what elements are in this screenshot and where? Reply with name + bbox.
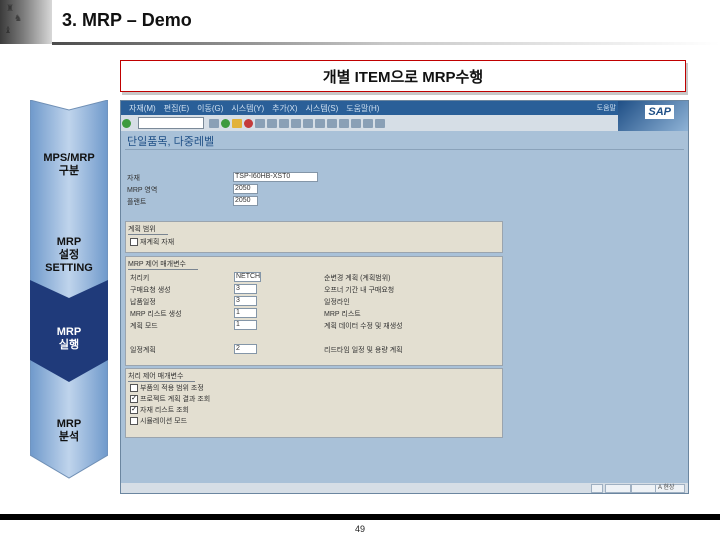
process-flow: MPS/MRP 구분 MRP 설정 SETTING MRP 실행 MRP 분석 <box>30 100 108 480</box>
menu-system-y[interactable]: 시스템(Y) <box>231 103 264 114</box>
simulation-checkbox[interactable] <box>130 417 138 425</box>
help-icon[interactable] <box>363 118 373 128</box>
coverage-label: 부품의 적용 범위 조정 <box>140 385 204 392</box>
mrp-list-label: MRP 리스트 생성 <box>130 311 182 318</box>
status-field-2 <box>631 484 657 493</box>
coverage-checkbox[interactable] <box>130 384 138 392</box>
first-page-icon[interactable] <box>291 118 301 128</box>
banner-callout: 개별 ITEM으로 MRP수행 <box>120 60 686 92</box>
schedule-lines-input[interactable]: 3 <box>234 296 257 306</box>
menu-help[interactable]: 도움말(H) <box>346 103 379 114</box>
banner-text: 개별 ITEM으로 MRP수행 <box>322 68 484 86</box>
material-list-label: 자재 리스트 조회 <box>140 407 189 414</box>
prev-page-icon[interactable] <box>303 118 313 128</box>
scheduling-label: 일정계획 <box>130 347 156 354</box>
find-icon[interactable] <box>267 118 277 128</box>
exit-icon[interactable] <box>232 118 242 128</box>
menu-edit[interactable]: 편집(E) <box>164 103 189 114</box>
status-bar: A 현상 <box>121 483 688 493</box>
command-field[interactable] <box>138 117 204 129</box>
material-input[interactable]: TSP-I60HB-XST0 <box>233 172 318 182</box>
title-divider <box>125 149 684 150</box>
save-icon[interactable] <box>209 118 219 128</box>
new-session-icon[interactable] <box>339 118 349 128</box>
layout-icon[interactable] <box>375 118 385 128</box>
project-result-checkbox[interactable]: ✓ <box>130 395 138 403</box>
system-help-text: 도움말 <box>596 105 616 112</box>
process-control-group: 처리 제어 매개변수 부품의 적용 범위 조정 ✓ 프로젝트 계획 결과 조회 … <box>125 368 503 438</box>
footer-bar <box>0 514 720 520</box>
next-page-icon[interactable] <box>315 118 325 128</box>
material-list-checkbox[interactable]: ✓ <box>130 406 138 414</box>
print-icon[interactable] <box>255 118 265 128</box>
page-title: 3. MRP – Demo <box>62 10 192 30</box>
material-label: 자재 <box>127 175 140 182</box>
processing-key-desc: 순변경 계획 (계획범위) <box>324 275 391 282</box>
title-rule <box>52 42 720 45</box>
plant-label: 플랜트 <box>127 199 147 206</box>
flow-step-setting: MRP 설정 SETTING <box>45 236 93 274</box>
sap-window: 자재(M) 편집(E) 이동(G) 시스템(Y) 추가(X) 시스템(S) 도움… <box>120 100 689 494</box>
menu-goto[interactable]: 이동(G) <box>197 103 223 114</box>
menu-material[interactable]: 자재(M) <box>129 103 156 114</box>
plant-input[interactable]: 2050 <box>233 196 258 206</box>
screen-title: 단일품목, 다중레벨 <box>127 136 215 148</box>
planning-mode-input[interactable]: 1 <box>234 320 257 330</box>
find-next-icon[interactable] <box>279 118 289 128</box>
sap-brand-area: SAP <box>618 101 688 131</box>
corner-logo: ♜ ♞ ♝ <box>0 0 52 44</box>
planning-mode-label: 계획 모드 <box>130 323 158 330</box>
scope-group: 계획 범위 재계획 자재 <box>125 221 503 253</box>
status-mode-text: A 현상 <box>655 484 685 493</box>
flow-step-mps-mrp: MPS/MRP 구분 <box>43 152 95 177</box>
mrp-list-desc: MRP 리스트 <box>324 311 361 318</box>
back-icon[interactable] <box>221 118 230 128</box>
mrp-area-input[interactable]: 2050 <box>233 184 258 194</box>
purchase-req-label: 구매요청 생성 <box>130 287 171 294</box>
flow-step-analysis: MRP 분석 <box>56 418 82 443</box>
cancel-icon[interactable] <box>244 118 253 128</box>
scheduling-desc: 리드타임 일정 및 용량 계획 <box>324 347 403 354</box>
sap-logo: SAP <box>645 105 674 119</box>
status-expand-icon[interactable] <box>591 484 603 493</box>
processing-key-input[interactable]: NETCH <box>234 272 261 282</box>
regen-checkbox[interactable] <box>130 238 138 246</box>
planning-mode-desc: 계획 데이터 수정 및 재생성 <box>324 323 403 330</box>
processing-key-label: 처리키 <box>130 275 150 282</box>
page-number: 49 <box>354 524 365 534</box>
flow-step-run: MRP 실행 <box>56 326 82 351</box>
menu-system[interactable]: 시스템(S) <box>306 103 339 114</box>
schedule-lines-label: 납품일정 <box>130 299 156 306</box>
scope-group-title: 계획 범위 <box>128 224 168 235</box>
last-page-icon[interactable] <box>327 118 337 128</box>
mrp-list-input[interactable]: 1 <box>234 308 257 318</box>
simulation-label: 시뮬레이션 모드 <box>140 418 188 425</box>
process-control-title: 처리 제어 매개변수 <box>128 371 196 382</box>
control-params-title: MRP 제어 매개변수 <box>128 259 198 270</box>
menu-extras[interactable]: 추가(X) <box>272 103 297 114</box>
schedule-lines-desc: 일정라인 <box>324 299 350 306</box>
purchase-req-input[interactable]: 3 <box>234 284 257 294</box>
shortcut-icon[interactable] <box>351 118 361 128</box>
project-result-label: 프로젝트 계획 결과 조회 <box>140 396 211 403</box>
scheduling-input[interactable]: 2 <box>234 344 257 354</box>
mrp-area-label: MRP 영역 <box>127 187 158 194</box>
enter-icon[interactable] <box>122 118 131 128</box>
standard-toolbar <box>121 115 618 131</box>
status-field <box>605 484 631 493</box>
control-params-group: MRP 제어 매개변수 처리키 NETCH 순변경 계획 (계획범위) 구매요청… <box>125 256 503 366</box>
purchase-req-desc: 오프너 기간 내 구매요청 <box>324 287 395 294</box>
regen-label: 재계획 자재 <box>140 239 175 246</box>
